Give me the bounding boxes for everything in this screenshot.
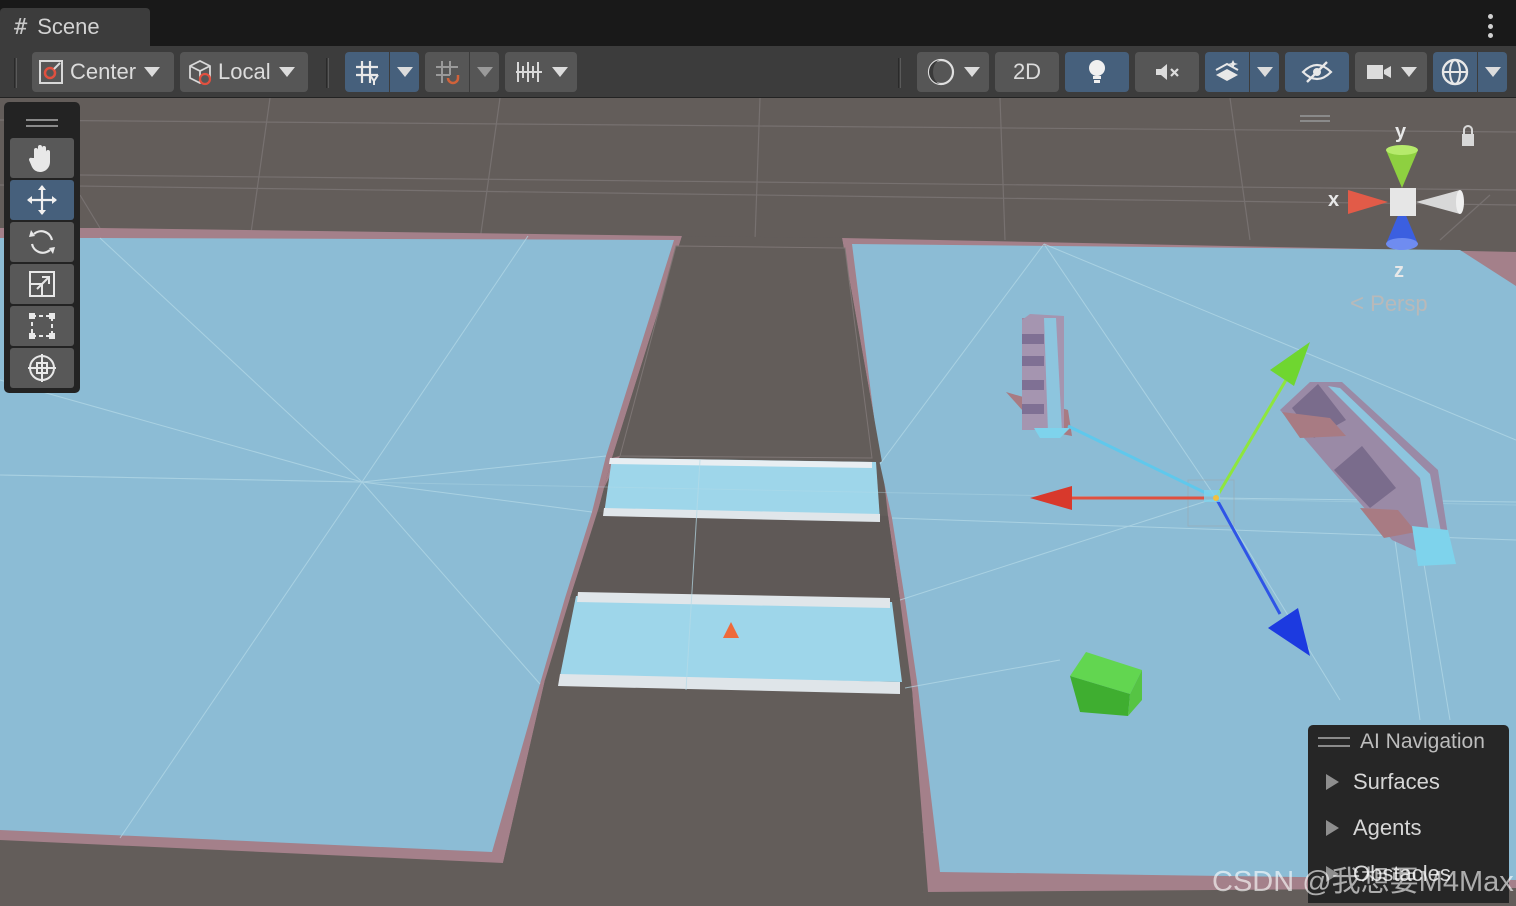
pivot-center-icon (39, 60, 63, 84)
road-near (503, 680, 928, 906)
tab-scene[interactable]: # Scene (0, 8, 150, 46)
grid-icon (356, 61, 379, 85)
move-arrows-icon (27, 185, 57, 215)
audio-toggle-button[interactable] (1135, 52, 1199, 92)
tab-scene-label: Scene (37, 14, 100, 39)
scene-render (0, 98, 1516, 906)
grid-snapping-button[interactable] (425, 52, 469, 92)
effects-toggle-button[interactable] (1205, 52, 1249, 92)
projection-label: Persp (1370, 291, 1428, 316)
gizmos-dropdown[interactable] (1478, 52, 1507, 92)
hand-icon (28, 145, 50, 172)
rotate-tool-button[interactable] (10, 222, 74, 262)
pivot-mode-dropdown[interactable]: Center (32, 52, 174, 92)
chevron-down-icon (1401, 67, 1417, 77)
camera-icon (1367, 65, 1391, 79)
rect-tool-button[interactable] (10, 306, 74, 346)
grid-options-dropdown[interactable] (390, 52, 419, 92)
tools-overlay (4, 102, 80, 393)
scale-icon (29, 271, 55, 297)
pivot-rotation-dropdown[interactable]: Local (180, 52, 308, 92)
ai-nav-item-surfaces[interactable]: Surfaces (1308, 759, 1509, 805)
local-space-icon (189, 59, 212, 86)
expand-arrow-icon (1326, 820, 1339, 836)
projection-toggle[interactable]: < Persp (1350, 290, 1428, 318)
ai-nav-item-label: Agents (1353, 815, 1422, 840)
scale-tool-button[interactable] (10, 264, 74, 304)
watermark: CSDN @我想要M4Max (1212, 866, 1514, 898)
rotate-icon (29, 230, 55, 254)
transform-tool-button[interactable] (10, 348, 74, 388)
2d-mode-label: 2D (1012, 59, 1042, 84)
y-axis-label: y (1395, 121, 1407, 143)
perspective-icon: < (1350, 290, 1365, 317)
chevron-down-icon (476, 67, 493, 77)
scene-toolbar: Center Local 2D (0, 46, 1516, 98)
pivot-mode-label: Center (70, 59, 137, 84)
x-axis-label: x (1328, 189, 1340, 211)
space-mode-label: Local (218, 59, 271, 84)
hash-icon: # (14, 14, 28, 40)
rect-transform-icon (29, 313, 55, 339)
chevron-down-icon (1256, 67, 1273, 77)
scene-visibility-button[interactable] (1285, 52, 1349, 92)
hidden-eye-icon (1301, 61, 1333, 83)
z-axis-label: z (1394, 260, 1404, 282)
grid-snapping-dropdown[interactable] (470, 52, 499, 92)
chevron-down-icon (552, 67, 568, 77)
draw-mode-dropdown[interactable] (917, 52, 989, 92)
more-options-icon[interactable] (1488, 14, 1494, 38)
chevron-down-icon (278, 67, 295, 77)
gizmo-globe-icon (1441, 58, 1469, 86)
road-middle (570, 512, 900, 600)
lighting-toggle-button[interactable] (1065, 52, 1129, 92)
scene-viewport[interactable] (0, 98, 1516, 906)
grid-visibility-button[interactable] (345, 52, 389, 92)
toolbar-separator (14, 58, 17, 88)
move-tool-button[interactable] (10, 180, 74, 220)
increment-snap-icon (516, 62, 542, 82)
grid-snap-icon (436, 61, 460, 85)
2d-mode-button[interactable]: 2D (995, 52, 1059, 92)
ai-nav-item-agents[interactable]: Agents (1308, 805, 1509, 851)
hand-tool-button[interactable] (10, 138, 74, 178)
ai-navigation-header[interactable]: AI Navigation (1308, 725, 1509, 759)
chevron-down-icon (144, 67, 161, 77)
transform-combined-icon (28, 354, 56, 382)
shaded-sphere-icon (927, 58, 955, 86)
ai-navigation-title: AI Navigation (1360, 730, 1485, 753)
overlay-grip-handle (1318, 737, 1350, 747)
audio-mute-icon (1156, 64, 1179, 80)
expand-arrow-icon (1326, 774, 1339, 790)
ai-nav-item-label: Surfaces (1353, 769, 1440, 794)
chevron-down-icon (1484, 67, 1501, 77)
toolbar-separator (898, 58, 901, 88)
layers-effects-icon (1215, 60, 1239, 81)
gizmos-toggle-button[interactable] (1433, 52, 1477, 92)
effects-dropdown[interactable] (1250, 52, 1279, 92)
camera-settings-dropdown[interactable] (1355, 52, 1427, 92)
chevron-down-icon (964, 67, 980, 77)
toolbar-separator (326, 58, 329, 88)
light-bulb-icon (1089, 60, 1105, 83)
navmesh-bridge-2 (560, 596, 902, 682)
increment-snapping-dropdown[interactable] (505, 52, 577, 92)
overlay-grip-handle[interactable] (10, 108, 74, 138)
tab-bar: # Scene (0, 0, 1516, 46)
chevron-down-icon (396, 67, 413, 77)
